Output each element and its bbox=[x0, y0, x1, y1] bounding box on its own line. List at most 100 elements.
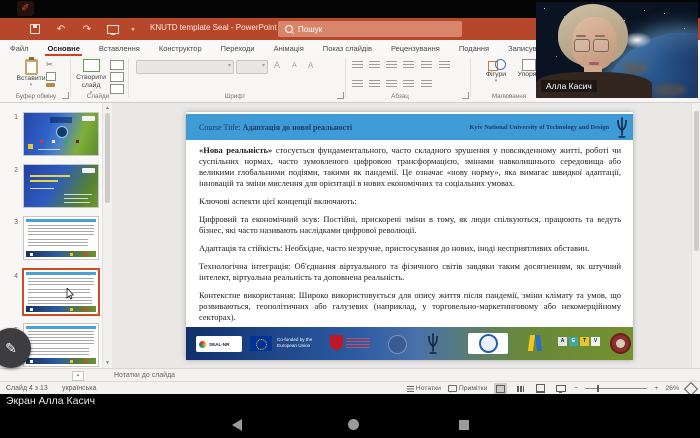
font-name-select[interactable] bbox=[136, 60, 234, 74]
status-bar: Слайд 4 з 13 українська Нотатки Примітки… bbox=[0, 381, 700, 394]
slide-scrollbar-thumb[interactable] bbox=[694, 111, 699, 251]
slide-sorter-icon bbox=[517, 386, 524, 392]
android-back-button[interactable] bbox=[232, 419, 242, 431]
course-title-text: Адаптація до нової реальності bbox=[243, 123, 353, 132]
zoom-out-button[interactable]: − bbox=[574, 385, 578, 392]
paragraph-dialog-launcher[interactable] bbox=[462, 92, 469, 99]
columns-button[interactable] bbox=[421, 80, 432, 88]
thumb1-title-block bbox=[50, 117, 72, 123]
thumb5-footer bbox=[26, 358, 96, 364]
thumb1-dot bbox=[40, 140, 43, 143]
zoom-level[interactable]: 26% bbox=[665, 385, 679, 392]
notes-toggle-button[interactable]: Нотатки bbox=[407, 385, 441, 392]
search-box[interactable]: Пошук bbox=[278, 21, 462, 37]
language-indicator[interactable]: українська bbox=[62, 385, 96, 392]
clear-formatting-button[interactable]: А bbox=[308, 61, 313, 70]
format-painter-button[interactable] bbox=[46, 83, 55, 87]
line-spacing-button[interactable] bbox=[421, 61, 432, 69]
scroll-down-icon[interactable]: ▼ bbox=[104, 360, 111, 366]
paste-button[interactable]: Вставити ▾ bbox=[14, 59, 48, 88]
shapes-icon bbox=[488, 59, 504, 71]
slide-thumbnail-2[interactable] bbox=[24, 165, 98, 207]
notes-splitter[interactable]: ▴ bbox=[72, 371, 84, 381]
slide-paragraph: Контекстне використання: Широко використ… bbox=[199, 290, 621, 323]
slide-thumbnail-1[interactable] bbox=[24, 113, 98, 155]
normal-view-button[interactable] bbox=[494, 383, 507, 394]
tab-Основне[interactable]: Основне bbox=[45, 42, 81, 56]
notes-bar[interactable]: ▴ Нотатки до слайда bbox=[0, 368, 700, 381]
participant-name-label: Алла Касич bbox=[541, 80, 597, 92]
thumbnail-scrollbar[interactable]: ▲ ▼ bbox=[102, 103, 112, 368]
android-recents-button[interactable] bbox=[459, 420, 469, 430]
slide-paragraph: Адаптація та стійкість: Необхідне, часто… bbox=[199, 243, 621, 254]
slideshow-view-button[interactable] bbox=[554, 383, 567, 394]
clipboard-dialog-launcher[interactable] bbox=[62, 92, 69, 99]
decrease-indent-button[interactable] bbox=[386, 61, 397, 69]
mouse-cursor bbox=[66, 288, 74, 300]
align-center-button[interactable] bbox=[369, 80, 380, 88]
justify-button[interactable] bbox=[403, 80, 414, 88]
align-left-button[interactable] bbox=[352, 80, 363, 88]
partner-letter-box: V bbox=[591, 337, 600, 346]
shapes-button[interactable]: Фігури ▾ bbox=[480, 59, 512, 84]
qat-menu-button[interactable]: ▾ bbox=[126, 22, 140, 36]
slide-sorter-view-button[interactable] bbox=[514, 383, 527, 394]
align-right-button[interactable] bbox=[386, 80, 397, 88]
tab-Показ слайдів[interactable]: Показ слайдів bbox=[321, 42, 374, 56]
shared-screen-label: Экран Алла Касич bbox=[6, 395, 95, 407]
save-button[interactable] bbox=[22, 22, 48, 36]
speaker-mouth bbox=[589, 62, 599, 65]
arrange-icon bbox=[522, 59, 536, 71]
undo-button[interactable]: ↶ bbox=[48, 22, 74, 36]
font-dialog-launcher[interactable] bbox=[337, 92, 344, 99]
scrollbar-thumb[interactable] bbox=[105, 113, 110, 203]
zoom-slider[interactable] bbox=[585, 388, 647, 389]
slide-layout-button[interactable] bbox=[110, 60, 124, 70]
reset-slide-button[interactable] bbox=[110, 72, 124, 82]
cut-button[interactable]: ✂ bbox=[46, 60, 53, 69]
tab-Подання[interactable]: Подання bbox=[457, 42, 491, 56]
shrink-font-button[interactable]: А bbox=[292, 62, 297, 69]
android-home-button[interactable] bbox=[348, 419, 359, 430]
reading-view-button[interactable] bbox=[534, 383, 547, 394]
slide-canvas[interactable]: Course Title: Адаптація до нової реально… bbox=[186, 112, 633, 360]
partner-letter-box: E bbox=[569, 337, 578, 346]
thumb4-header bbox=[26, 272, 96, 275]
slide-body: «Нова реальність» стосується фундаментал… bbox=[199, 145, 621, 324]
text-direction-button[interactable] bbox=[439, 61, 450, 69]
new-slide-button[interactable]: Створити слайд ▾ bbox=[76, 59, 106, 96]
redo-button[interactable]: ↷ bbox=[74, 22, 100, 36]
slide-paragraph: Технологічна інтеграція: Об'єднання вірт… bbox=[199, 261, 621, 283]
tab-Конструктор[interactable]: Конструктор bbox=[157, 42, 204, 56]
bullets-button[interactable] bbox=[352, 61, 363, 69]
tab-Файл[interactable]: Файл bbox=[8, 42, 30, 56]
tab-Вставлення[interactable]: Вставлення bbox=[97, 42, 142, 56]
slides-group-label: Слайди bbox=[72, 93, 124, 100]
scroll-up-icon[interactable]: ▲ bbox=[104, 105, 111, 111]
grow-font-button[interactable]: А bbox=[274, 60, 280, 70]
slide-thumbnail-3[interactable] bbox=[24, 217, 98, 259]
increase-indent-button[interactable] bbox=[403, 61, 414, 69]
font-size-select[interactable] bbox=[236, 60, 268, 74]
slide-paragraph: Ключові аспекти цієї концепції включають… bbox=[199, 196, 621, 207]
slide-thumbnail-4[interactable] bbox=[24, 270, 98, 314]
slide-thumbnail-5[interactable] bbox=[24, 324, 98, 366]
slideshow-button[interactable] bbox=[100, 22, 126, 36]
tab-Рецензування[interactable]: Рецензування bbox=[389, 42, 442, 56]
tab-Анімація[interactable]: Анімація bbox=[272, 42, 306, 56]
notes-placeholder[interactable]: Нотатки до слайда bbox=[114, 372, 175, 379]
paste-caret-icon: ▾ bbox=[14, 82, 48, 88]
webcam-video[interactable]: Алла Касич bbox=[536, 2, 698, 98]
comments-button[interactable]: Примітки bbox=[448, 385, 488, 392]
ribbon-divider bbox=[70, 59, 71, 97]
slideshow-icon bbox=[107, 25, 119, 34]
numbering-button[interactable] bbox=[369, 61, 380, 69]
seal-logo-text: SEAL-NR bbox=[209, 342, 229, 347]
copy-button[interactable] bbox=[46, 72, 56, 81]
tab-Переходи[interactable]: Переходи bbox=[219, 42, 257, 56]
drawing-group-label: Малювання bbox=[478, 93, 540, 100]
zoom-in-button[interactable]: + bbox=[654, 385, 658, 392]
seal-logo-icon bbox=[199, 341, 206, 348]
zoom-slider-thumb[interactable] bbox=[597, 385, 599, 392]
slide-scrollbar[interactable] bbox=[691, 103, 700, 368]
